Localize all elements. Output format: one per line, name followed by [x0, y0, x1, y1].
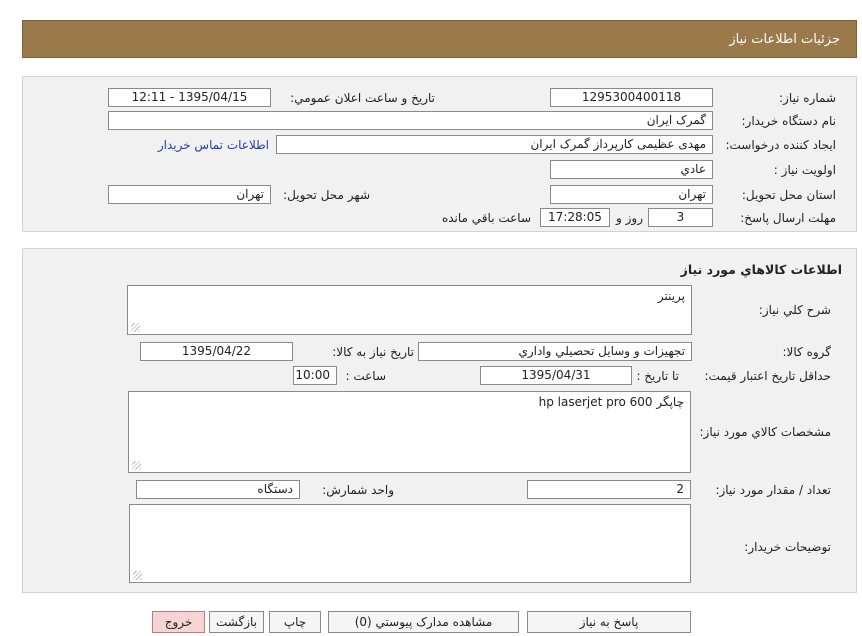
days-suffix: روز و	[616, 211, 643, 225]
specs-text: چاپگر hp laserjet pro 600	[538, 395, 684, 409]
buyer-org-field: گمرک ايران	[108, 111, 713, 130]
page-title: جزئيات اطلاعات نياز	[729, 31, 840, 47]
time-left-suffix: ساعت باقي مانده	[441, 211, 531, 225]
need-number-label: شماره نياز:	[779, 91, 836, 105]
city-field: تهران	[108, 185, 271, 204]
goods-info-panel: اطلاعات کالاهاي مورد نياز شرح کلي نياز: …	[22, 248, 857, 593]
summary-text: پرينتر	[657, 289, 685, 303]
time-left-field: 17:28:05	[540, 208, 610, 227]
need-info-panel: شماره نياز: 1295300400118 تاريخ و ساعت ا…	[22, 76, 857, 232]
priority-field: عادي	[550, 160, 713, 179]
need-number-field: 1295300400118	[550, 88, 713, 107]
page-header: جزئيات اطلاعات نياز	[22, 20, 857, 58]
creator-label: ايجاد کننده درخواست:	[725, 138, 836, 152]
announce-field: 1395/04/15 - 12:11	[108, 88, 271, 107]
print-button[interactable]: چاپ	[269, 611, 321, 633]
buyer-notes-textarea[interactable]	[129, 504, 691, 583]
goods-section-title: اطلاعات کالاهاي مورد نياز	[680, 262, 842, 277]
qty-label: تعداد / مقدار مورد نياز:	[715, 483, 831, 497]
buyer-notes-label: توضيحات خريدار:	[744, 540, 831, 554]
specs-textarea[interactable]: چاپگر hp laserjet pro 600	[128, 391, 691, 473]
summary-textarea[interactable]: پرينتر	[127, 285, 692, 335]
province-label: استان محل تحويل:	[741, 188, 836, 202]
to-date-field: 1395/04/31	[480, 366, 632, 385]
unit-field: دستگاه	[136, 480, 300, 499]
reply-button[interactable]: پاسخ به نياز	[527, 611, 691, 633]
group-label: گروه کالا:	[782, 345, 832, 359]
resize-grip-icon[interactable]	[133, 571, 142, 580]
city-label: شهر محل تحويل:	[283, 188, 370, 202]
buyer-contact-link[interactable]: اطلاعات تماس خريدار	[158, 138, 269, 152]
deadline-label: مهلت ارسال پاسخ:	[740, 211, 836, 225]
priority-label: اولويت نياز :	[773, 163, 836, 177]
unit-label: واحد شمارش:	[322, 483, 394, 497]
specs-label: مشخصات کالاي مورد نياز:	[699, 425, 831, 439]
days-field: 3	[648, 208, 713, 227]
need-date-field: 1395/04/22	[140, 342, 293, 361]
buyer-org-label: نام دستگاه خريدار:	[741, 114, 837, 128]
qty-field: 2	[527, 480, 691, 499]
announce-label: تاريخ و ساعت اعلان عمومي:	[290, 91, 435, 105]
view-attachments-button[interactable]: مشاهده مدارک پيوستي (0)	[328, 611, 519, 633]
resize-grip-icon[interactable]	[131, 323, 140, 332]
validity-time-field: 10:00	[293, 366, 337, 385]
exit-button[interactable]: خروج	[152, 611, 205, 633]
summary-label: شرح کلي نياز:	[758, 303, 831, 317]
creator-field: مهدی عظیمی کارپرداز گمرک ایران	[276, 135, 713, 154]
group-field: تجهيزات و وسايل تحصيلي واداري	[418, 342, 692, 361]
validity-time-label: ساعت :	[345, 369, 386, 383]
back-button[interactable]: بازگشت	[209, 611, 264, 633]
province-field: تهران	[550, 185, 713, 204]
to-date-label: تا تاريخ :	[636, 369, 679, 383]
need-date-label: تاريخ نياز به کالا:	[332, 345, 414, 359]
resize-grip-icon[interactable]	[132, 461, 141, 470]
price-validity-label: حداقل تاريخ اعتبار قيمت:	[704, 369, 831, 383]
